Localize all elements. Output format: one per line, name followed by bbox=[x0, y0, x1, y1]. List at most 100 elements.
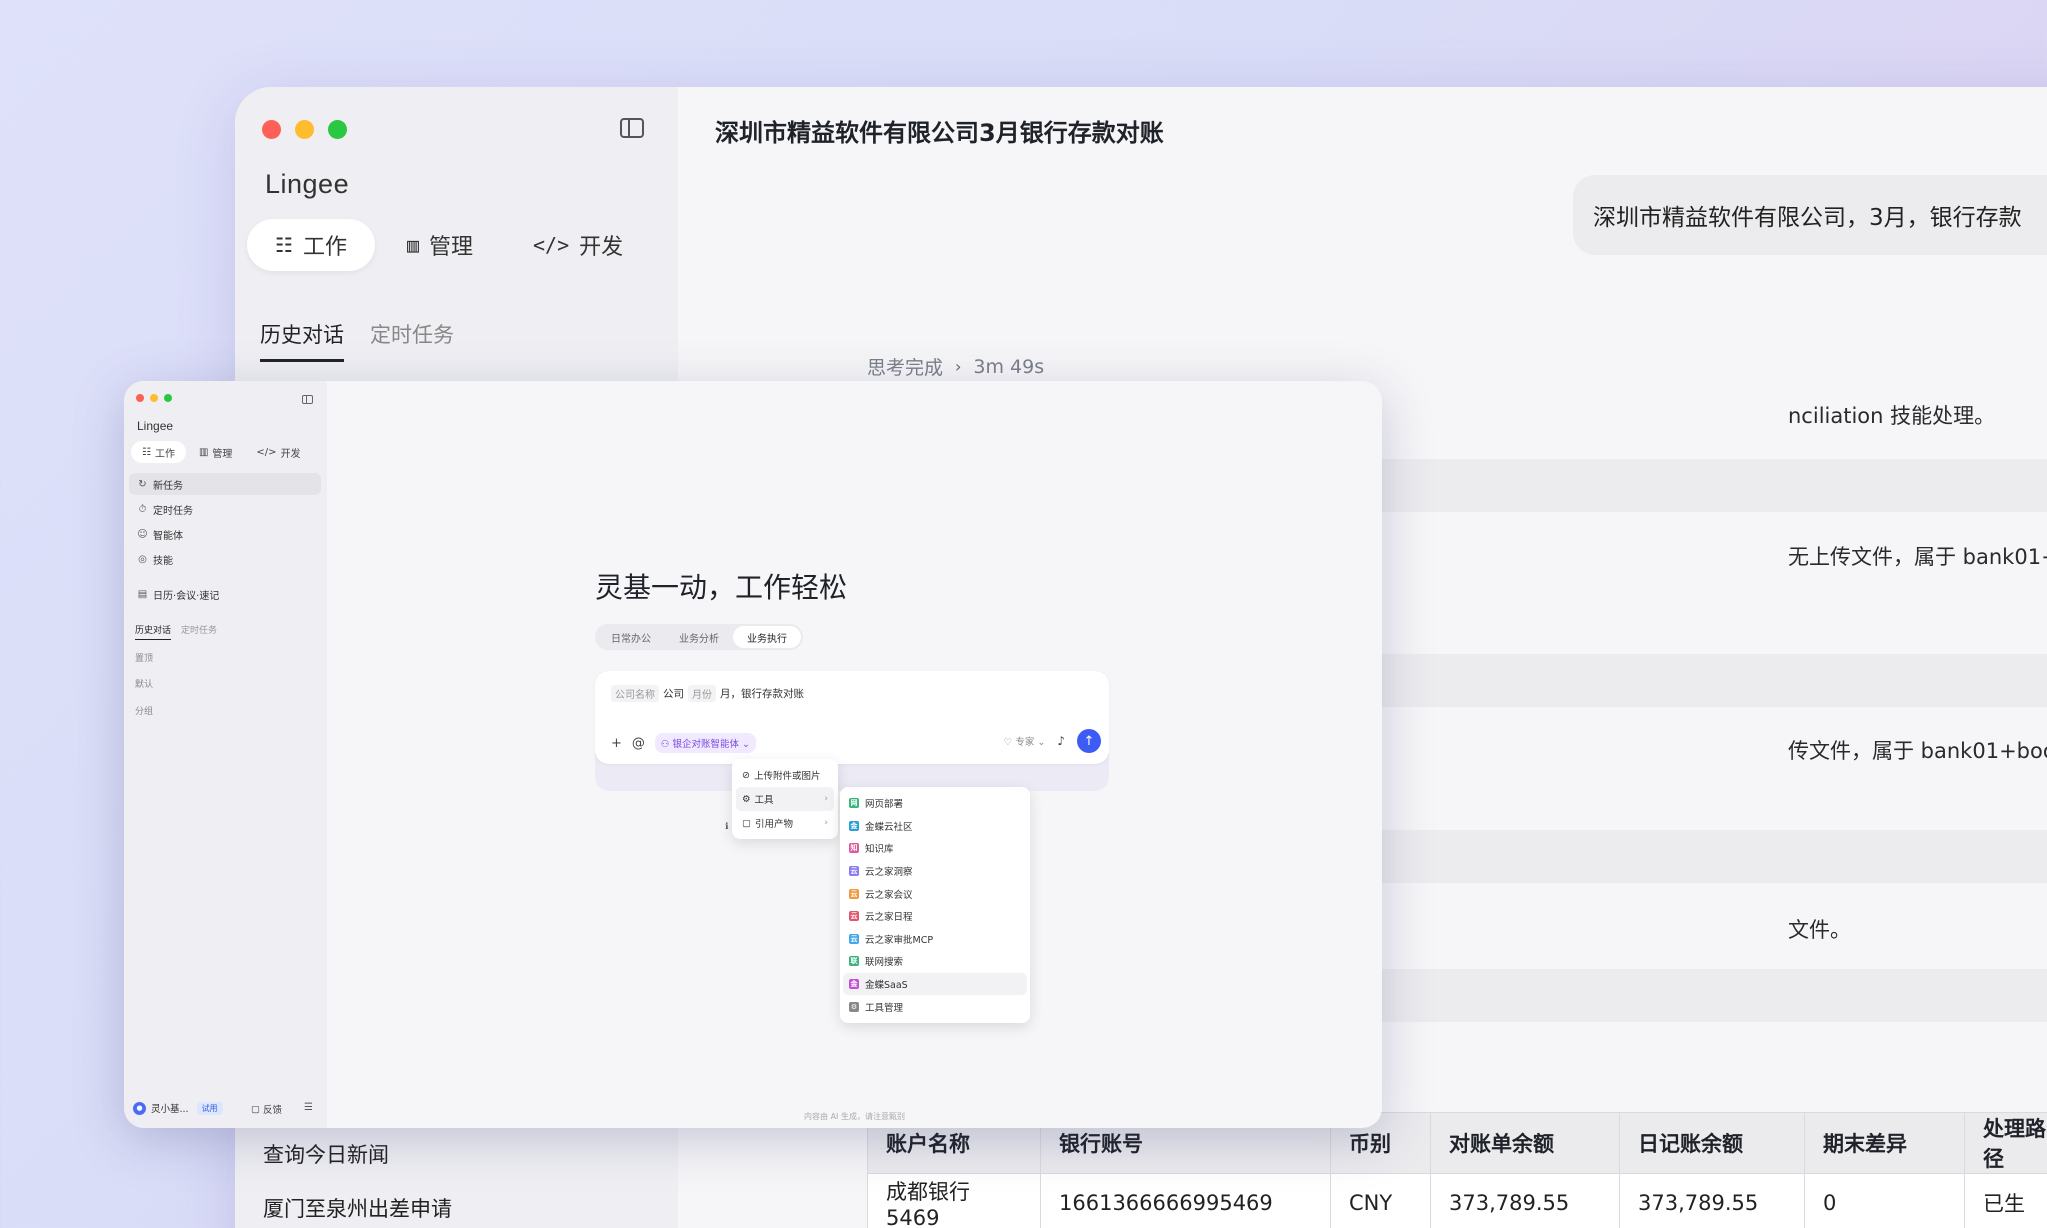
chevron-right-icon: › bbox=[824, 794, 828, 804]
mode-tabs: ☷ 工作 ▥ 管理 </> 开发 bbox=[247, 219, 651, 271]
at-icon[interactable]: @ bbox=[632, 736, 645, 751]
tab-manage[interactable]: ▥ 管理 bbox=[379, 219, 501, 271]
reconciliation-table: 账户名称 银行账号 币别 对账单余额 日记账余额 期末差异 处理路径 成都银行5… bbox=[867, 1112, 2047, 1228]
submenu-label: 金蝶SaaS bbox=[865, 980, 908, 992]
nav-label: 新任务 bbox=[153, 480, 183, 492]
submenu-item[interactable]: 云云之家日程 bbox=[843, 905, 1027, 928]
history-subtabs: 历史对话 定时任务 bbox=[135, 623, 217, 640]
tab-work[interactable]: ☷ 工作 bbox=[131, 441, 186, 463]
plus-icon[interactable]: + bbox=[611, 736, 622, 751]
history-group-default[interactable]: 默认 bbox=[135, 677, 153, 690]
subtab-history[interactable]: 历史对话 bbox=[135, 623, 172, 640]
submenu-item[interactable]: 金金蝶SaaS bbox=[843, 972, 1027, 996]
submenu-item[interactable]: 云云之家会议 bbox=[843, 882, 1027, 905]
send-button[interactable]: ↑ bbox=[1077, 729, 1101, 753]
tab-develop[interactable]: </> 开发 bbox=[245, 441, 311, 463]
cell-period-diff: 0 bbox=[1804, 1173, 1965, 1228]
prompt-template[interactable]: 公司名称 公司 月份 月，银行存款对账 bbox=[611, 685, 804, 702]
segment-business-execution[interactable]: 业务执行 bbox=[733, 626, 801, 648]
feedback-button[interactable]: ▢ 反馈 bbox=[251, 1102, 282, 1117]
menu-upload[interactable]: ⊘ 上传附件或图片 bbox=[736, 763, 834, 787]
expert-mode-toggle[interactable]: ♡ 专家 ⌄ bbox=[1004, 734, 1046, 748]
maximize-window-button[interactable] bbox=[164, 394, 172, 402]
subtab-scheduled[interactable]: 定时任务 bbox=[370, 319, 454, 362]
tab-manage[interactable]: ▥ 管理 bbox=[188, 441, 243, 463]
nav-label: 定时任务 bbox=[153, 505, 193, 517]
thinking-status[interactable]: 思考完成 › 3m 49s bbox=[867, 353, 1044, 380]
nav-label: 智能体 bbox=[153, 530, 183, 542]
tab-work-label: 工作 bbox=[302, 235, 347, 260]
submenu-item[interactable]: 金金蝶云社区 bbox=[843, 815, 1027, 838]
agent-selector[interactable]: ⚇ 银企对账智能体 ⌄ bbox=[654, 733, 756, 753]
conversation-title: 深圳市精益软件有限公司3月银行存款对账 bbox=[715, 119, 1164, 147]
nav-scheduled-tasks[interactable]: ⏱ 定时任务 bbox=[129, 498, 321, 520]
submenu-label: 云之家会议 bbox=[865, 889, 913, 901]
cell-statement-balance: 373,789.55 bbox=[1430, 1173, 1620, 1228]
tab-work[interactable]: ☷ 工作 bbox=[247, 219, 375, 271]
assistant-text-line: 文件。 bbox=[1788, 918, 1851, 942]
paperclip-icon: ⊘ bbox=[742, 769, 750, 781]
artifact-icon: ▢ bbox=[742, 817, 751, 829]
feedback-icon: ▢ bbox=[251, 1103, 260, 1115]
menu-label: 工具 bbox=[754, 795, 774, 806]
month-slot[interactable]: 月份 bbox=[688, 685, 716, 702]
submenu-item[interactable]: 联联网搜索 bbox=[843, 950, 1027, 973]
tab-develop-label: 开发 bbox=[579, 235, 624, 260]
submenu-item[interactable]: 知知识库 bbox=[843, 837, 1027, 860]
thinking-label: 思考完成 bbox=[867, 357, 944, 379]
company-slot[interactable]: 公司名称 bbox=[611, 685, 659, 702]
cell-process-path: 已生 bbox=[1964, 1173, 2047, 1228]
sidebar-toggle-icon[interactable] bbox=[620, 118, 644, 138]
preview-window: Lingee ☷ 工作 ▥ 管理 </> 开发 ↻ 新任务 ⏱ 定时任务 ☺ 智… bbox=[124, 381, 1382, 1128]
tool-badge-icon: 金 bbox=[849, 979, 859, 990]
assistant-text-line: 传文件，属于 bank01+book01（ERP数据源）模式。正在并行查询各 bbox=[1788, 739, 2047, 763]
user-profile[interactable]: ● 灵小基... 试用 bbox=[133, 1101, 223, 1115]
close-window-button[interactable] bbox=[262, 120, 281, 139]
table-row: 成都银行5469 1661366666995469 CNY 373,789.55… bbox=[867, 1173, 2047, 1228]
thinking-time: 3m 49s bbox=[973, 355, 1045, 378]
microphone-icon[interactable]: ♪ bbox=[1057, 734, 1065, 748]
tool-badge-icon: 云 bbox=[849, 911, 859, 922]
submenu-item[interactable]: ⚙ 工具管理 bbox=[843, 995, 1027, 1018]
checklist-icon: ☷ bbox=[142, 446, 151, 458]
nav-calendar[interactable]: ▤ 日历·会议·速记 bbox=[129, 583, 321, 605]
nav-skills[interactable]: ◎ 技能 bbox=[129, 548, 321, 570]
checklist-icon: ☷ bbox=[275, 233, 293, 257]
input-right-tools: ♡ 专家 ⌄ ♪ ↑ bbox=[1004, 729, 1101, 753]
cell-bank-account: 1661366666995469 bbox=[1040, 1173, 1331, 1228]
menu-reference-artifact[interactable]: ▢ 引用产物 › bbox=[736, 811, 834, 835]
segment-business-analysis[interactable]: 业务分析 bbox=[665, 626, 733, 648]
subtab-scheduled[interactable]: 定时任务 bbox=[181, 623, 217, 640]
tool-badge-icon: 云 bbox=[849, 933, 859, 944]
tab-develop[interactable]: </> 开发 bbox=[505, 219, 651, 271]
history-group-pinned[interactable]: 置顶 bbox=[135, 651, 153, 664]
prompt-input[interactable]: 公司名称 公司 月份 月，银行存款对账 + @ ⚇ 银企对账智能体 ⌄ ♡ 专家… bbox=[595, 671, 1109, 764]
menu-icon[interactable]: ☰ bbox=[304, 1102, 313, 1113]
maximize-window-button[interactable] bbox=[328, 120, 347, 139]
submenu-item[interactable]: 云云之家洞察 bbox=[843, 860, 1027, 883]
feedback-label: 反馈 bbox=[262, 1105, 282, 1116]
close-window-button[interactable] bbox=[136, 394, 144, 402]
submenu-item[interactable]: 云云之家审批MCP bbox=[843, 928, 1027, 951]
user-name: 灵小基... bbox=[151, 1104, 189, 1115]
tool-badge-icon: 联 bbox=[849, 956, 859, 967]
preview-main: 灵基一动，工作轻松 日常办公 业务分析 业务执行 公司名称 公司 月份 月，银行… bbox=[327, 381, 1382, 1128]
agent-icon: ⚇ bbox=[660, 739, 670, 750]
history-group-custom[interactable]: 分组 bbox=[135, 704, 153, 717]
hero-title: 灵基一动，工作轻松 bbox=[595, 571, 848, 604]
subtab-history[interactable]: 历史对话 bbox=[260, 319, 344, 362]
submenu-item[interactable]: 网网页部署 bbox=[843, 792, 1027, 815]
nav-agents[interactable]: ☺ 智能体 bbox=[129, 523, 321, 545]
trial-badge: 试用 bbox=[196, 1101, 223, 1115]
minimize-window-button[interactable] bbox=[150, 394, 158, 402]
history-item[interactable]: 厦门至泉州出差申请 bbox=[263, 1193, 452, 1223]
menu-tools[interactable]: ⚙ 工具 › bbox=[736, 787, 834, 811]
sidebar-toggle-icon[interactable] bbox=[302, 395, 313, 404]
submenu-label: 云之家洞察 bbox=[865, 867, 913, 879]
segment-daily-office[interactable]: 日常办公 bbox=[597, 626, 665, 648]
minimize-window-button[interactable] bbox=[295, 120, 314, 139]
nav-new-task[interactable]: ↻ 新任务 bbox=[129, 473, 321, 495]
timer-icon: ⏱ bbox=[138, 503, 147, 515]
tool-badge-icon: 云 bbox=[849, 866, 859, 877]
history-item[interactable]: 查询今日新闻 bbox=[263, 1139, 389, 1169]
